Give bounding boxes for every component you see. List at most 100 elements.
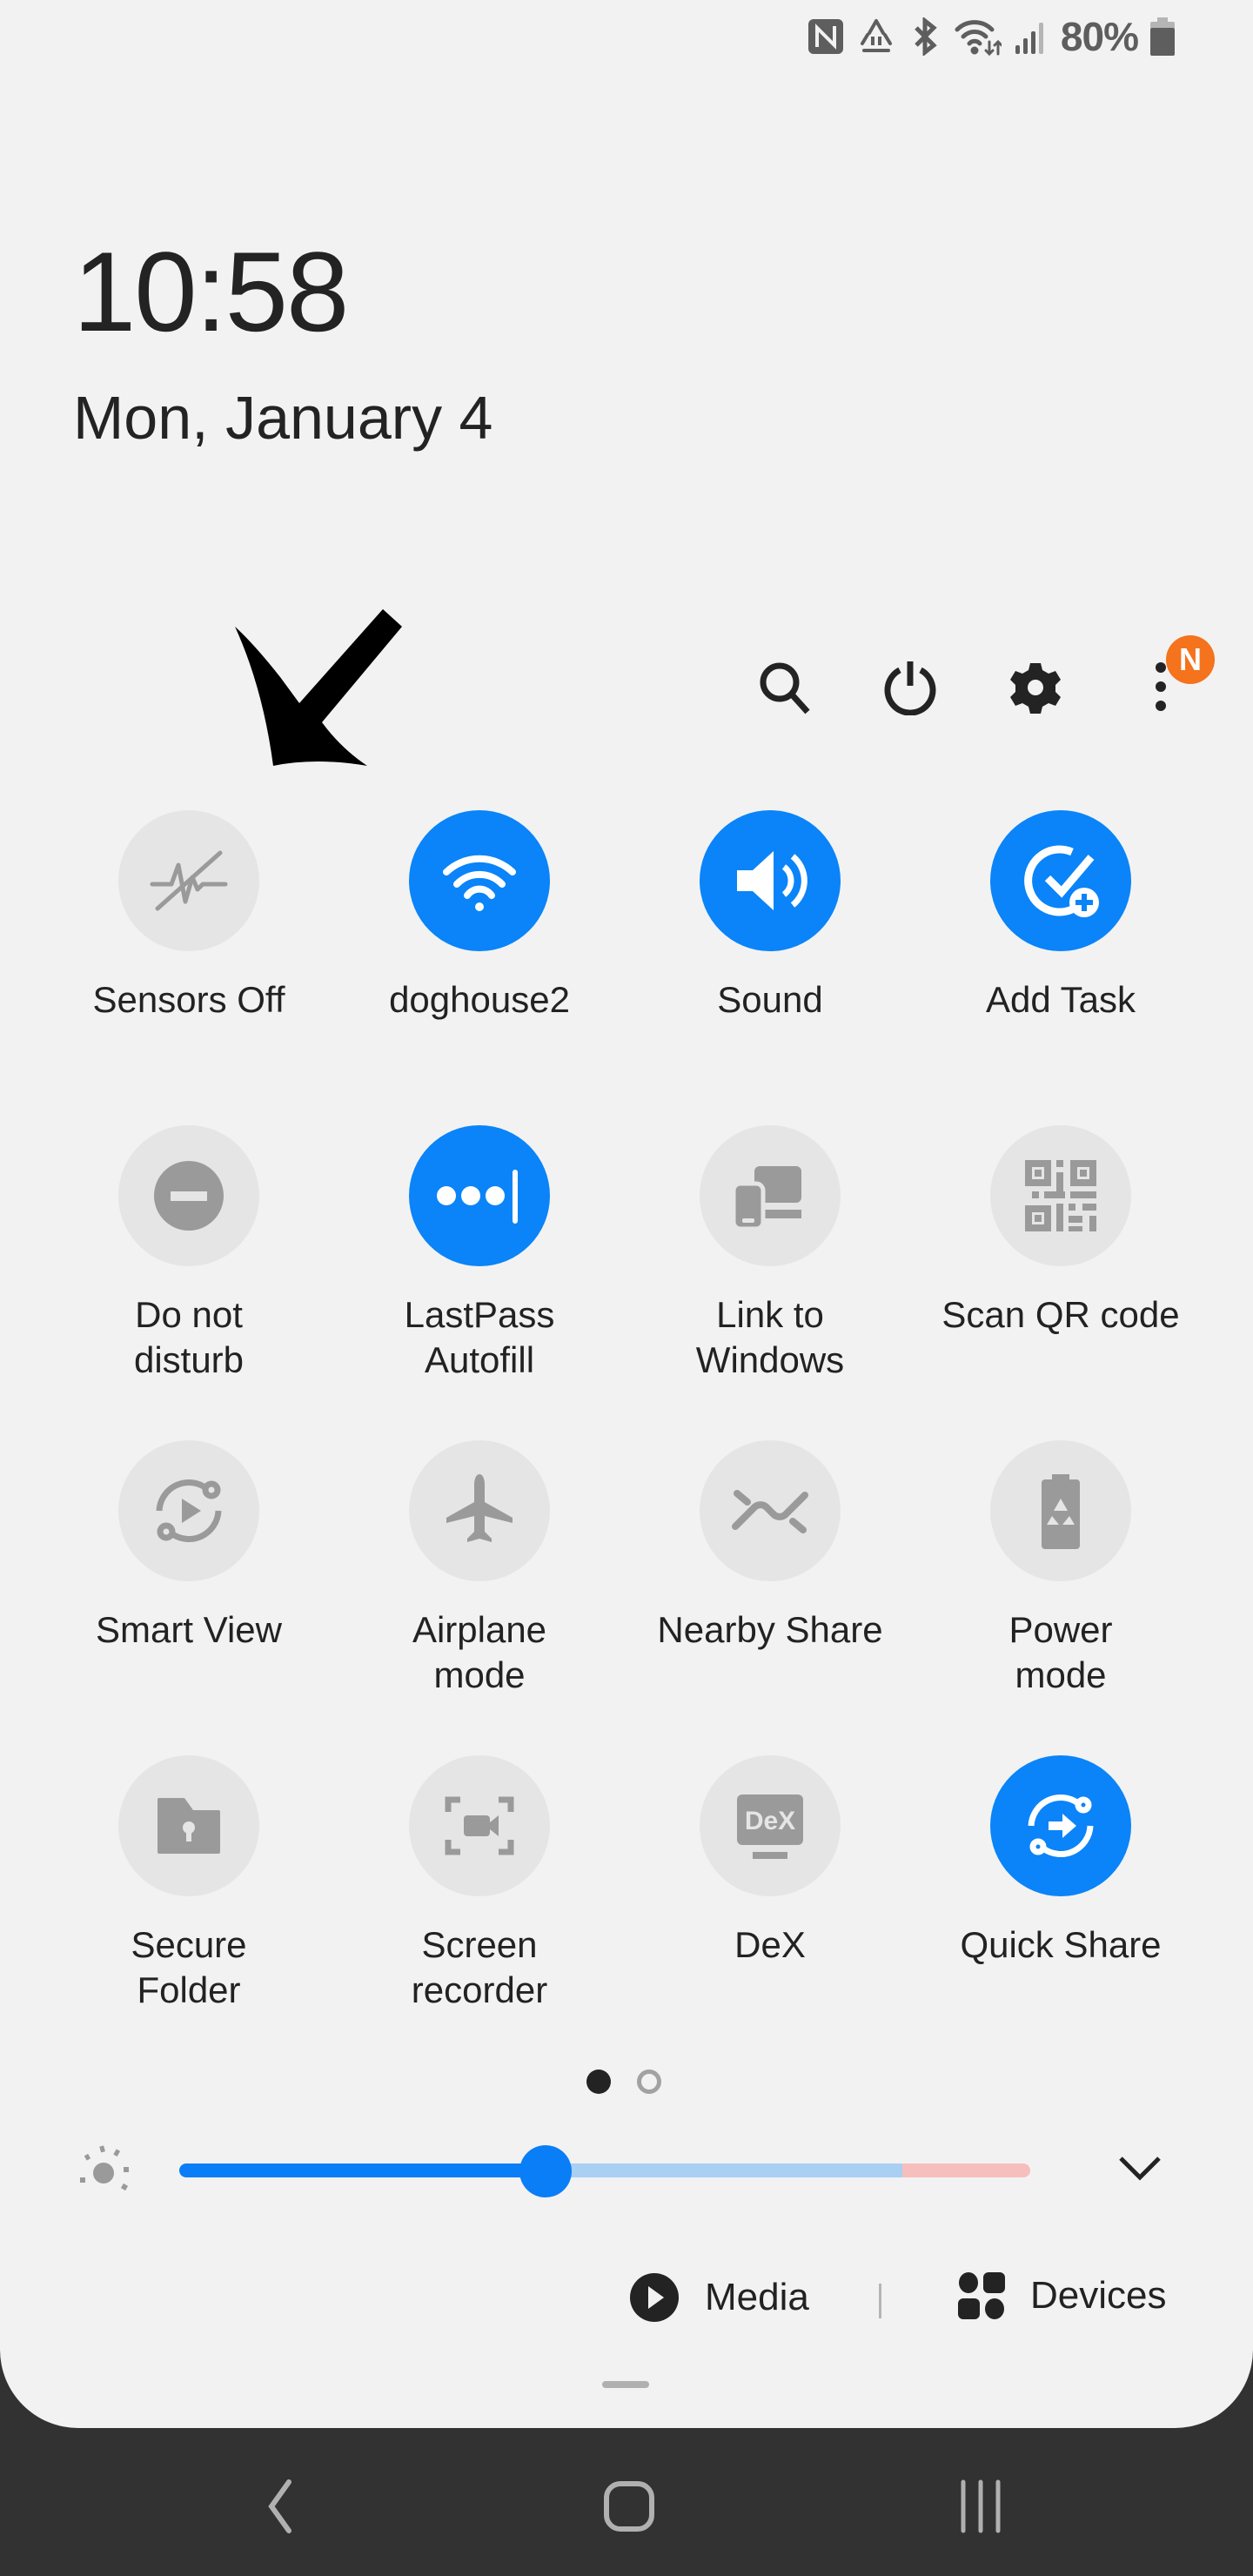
divider <box>879 2284 881 2318</box>
settings-button[interactable] <box>1001 653 1070 722</box>
tile-quick-share[interactable]: Quick Share <box>915 1755 1206 1968</box>
tile-do-not-disturb[interactable]: Do not disturb <box>44 1125 334 1383</box>
brightness-track <box>545 2163 903 2177</box>
tile-toggle-button[interactable]: DeX <box>700 1755 841 1896</box>
data-saver-icon <box>857 17 895 56</box>
tile-label[interactable]: Do not disturb <box>44 1292 334 1383</box>
tile-toggle-button[interactable] <box>990 1755 1131 1896</box>
tile-toggle-button[interactable] <box>118 1440 259 1581</box>
screen-recorder-icon <box>436 1782 523 1869</box>
tile-toggle-button[interactable] <box>700 1125 841 1266</box>
cell-signal-icon <box>1014 17 1049 56</box>
chevron-down-icon <box>1119 2157 1161 2181</box>
tile-airplane-mode[interactable]: Airplane mode <box>334 1440 625 1698</box>
lastpass-icon <box>427 1152 532 1239</box>
tile-lastpass-autofill[interactable]: LastPass Autofill <box>334 1125 625 1383</box>
tile-toggle-button[interactable] <box>409 1755 550 1896</box>
nfc-icon <box>807 17 845 56</box>
tile-label[interactable]: Quick Share <box>915 1922 1206 1968</box>
recents-button[interactable] <box>928 2470 1033 2543</box>
tile-toggle-button[interactable] <box>118 1125 259 1266</box>
devices-icon <box>958 2272 1005 2319</box>
tile-label[interactable]: DeX <box>625 1922 915 1968</box>
battery-percent: 80% <box>1060 14 1139 59</box>
tile-label[interactable]: LastPass Autofill <box>334 1292 625 1383</box>
date: Mon, January 4 <box>73 384 493 452</box>
tile-secure-folder[interactable]: Secure Folder <box>44 1755 334 2013</box>
tile-toggle-button[interactable] <box>990 1125 1131 1266</box>
tile-scan-qr-code[interactable]: Scan QR code <box>915 1125 1206 1338</box>
secure-folder-icon <box>145 1782 232 1869</box>
tile-add-task[interactable]: Add Task <box>915 810 1206 1023</box>
home-icon <box>604 2481 654 2532</box>
search-icon <box>760 662 810 714</box>
tile-screen-recorder[interactable]: Screen recorder <box>334 1755 625 2013</box>
tile-toggle-button[interactable] <box>409 1125 550 1266</box>
nearby-share-icon <box>727 1467 814 1554</box>
tile-power-mode[interactable]: Power mode <box>915 1440 1206 1698</box>
tile-toggle-button[interactable] <box>118 810 259 951</box>
quick-share-icon <box>1017 1782 1104 1869</box>
power-icon <box>884 661 936 715</box>
devices-button[interactable]: Devices <box>957 2271 1167 2320</box>
dex-icon: DeX <box>727 1782 814 1869</box>
extra-brightness-track <box>902 2163 1030 2177</box>
page-dot-1[interactable] <box>586 2070 611 2094</box>
tile-toggle-button[interactable] <box>990 1440 1131 1581</box>
tile-toggle-button[interactable] <box>700 1440 841 1581</box>
tile-dex[interactable]: DeX DeX <box>625 1755 915 1968</box>
back-button[interactable] <box>226 2470 331 2543</box>
media-button[interactable]: Media <box>628 2271 809 2324</box>
recents-icon <box>961 2479 1001 2533</box>
tile-label[interactable]: Airplane mode <box>334 1607 625 1698</box>
link-to-windows-icon <box>727 1152 814 1239</box>
tile-smart-view[interactable]: Smart View <box>44 1440 334 1653</box>
tile-label[interactable]: Sound <box>625 977 915 1023</box>
tile-label[interactable]: Smart View <box>44 1607 334 1653</box>
tile-sound[interactable]: Sound <box>625 810 915 1023</box>
brightness-icon <box>73 2143 134 2208</box>
home-button[interactable] <box>577 2470 681 2543</box>
tile-link-to-windows[interactable]: Link to Windows <box>625 1125 915 1383</box>
tile-label[interactable]: Link to Windows <box>625 1292 915 1383</box>
qr-code-icon <box>1022 1157 1100 1235</box>
speaker-icon <box>727 837 814 924</box>
tile-label[interactable]: Screen recorder <box>334 1922 625 2013</box>
power-mode-icon <box>1017 1467 1104 1554</box>
clock: 10:58 <box>73 228 349 355</box>
tile-label[interactable]: Secure Folder <box>44 1922 334 2013</box>
svg-text:DeX: DeX <box>745 1807 795 1835</box>
sensors-off-icon <box>145 837 232 924</box>
tile-label[interactable]: doghouse2 <box>334 977 625 1023</box>
brightness-slider-thumb[interactable] <box>519 2145 572 2197</box>
tile-label[interactable]: Nearby Share <box>625 1607 915 1653</box>
status-bar: 80% <box>807 12 1175 61</box>
tile-toggle-button[interactable] <box>990 810 1131 951</box>
tile-label[interactable]: Sensors Off <box>44 977 334 1023</box>
power-button[interactable] <box>875 653 945 722</box>
wifi-icon <box>955 17 1002 56</box>
tile-nearby-share[interactable]: Nearby Share <box>625 1440 915 1653</box>
tile-doghouse2[interactable]: doghouse2 <box>334 810 625 1023</box>
brightness-fill <box>179 2163 546 2177</box>
search-button[interactable] <box>750 653 820 722</box>
tile-label[interactable]: Scan QR code <box>915 1292 1206 1338</box>
media-label: Media <box>705 2276 809 2318</box>
tile-toggle-button[interactable] <box>409 810 550 951</box>
battery-icon <box>1150 17 1175 56</box>
tile-toggle-button[interactable] <box>118 1755 259 1896</box>
expand-button[interactable] <box>1116 2151 1164 2190</box>
tile-label[interactable]: Power mode <box>915 1607 1206 1698</box>
gear-icon <box>1010 663 1061 714</box>
do-not-disturb-icon <box>150 1157 228 1235</box>
drag-handle[interactable] <box>602 2381 649 2388</box>
annotation-arrow-icon <box>228 592 402 779</box>
back-icon <box>268 2479 291 2533</box>
tile-sensors-off[interactable]: Sensors Off <box>44 810 334 1023</box>
tile-toggle-button[interactable] <box>700 810 841 951</box>
tile-toggle-button[interactable] <box>409 1440 550 1581</box>
page-dot-2[interactable] <box>637 2070 661 2094</box>
brightness-slider[interactable] <box>179 2163 1030 2177</box>
play-circle-icon <box>630 2273 679 2322</box>
tile-label[interactable]: Add Task <box>915 977 1206 1023</box>
